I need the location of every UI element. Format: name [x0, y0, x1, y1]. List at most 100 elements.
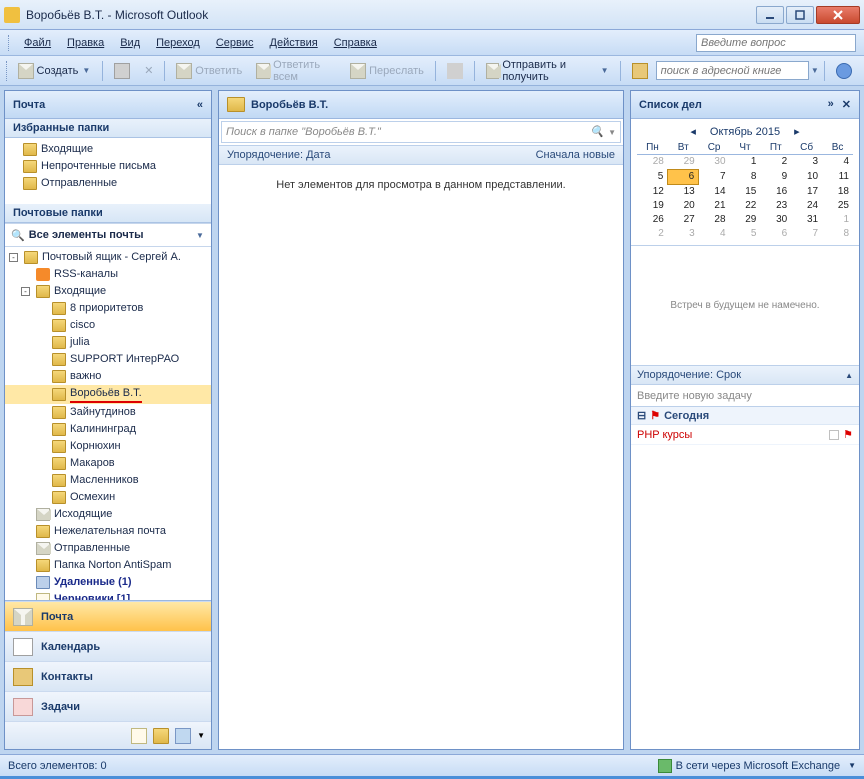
close-button[interactable] [816, 6, 860, 24]
tree-item[interactable]: Калининград [5, 421, 211, 438]
menu-file[interactable]: Файл [16, 34, 59, 52]
tree-item[interactable]: Нежелательная почта [5, 523, 211, 540]
minimize-button[interactable] [756, 6, 784, 24]
navigation-pane: Почта « Избранные папки ВходящиеНепрочте… [4, 90, 212, 750]
folder-icon [227, 97, 245, 112]
tree-item[interactable]: важно [5, 368, 211, 385]
outlook-icon [4, 7, 20, 23]
tree-item[interactable]: SUPPORT ИнтерРАО [5, 351, 211, 368]
addressbook-search-input[interactable] [656, 61, 809, 80]
menubar: Файл Правка Вид Переход Сервис Действия … [0, 30, 864, 56]
todo-header: Список дел » ✕ [631, 91, 859, 119]
nav-overflow-strip: ▼ [5, 721, 211, 749]
todo-expand-icon[interactable]: » [828, 98, 834, 111]
folder-search-input[interactable]: Поиск в папке "Воробьёв В.Т." 🔍 ▼ [221, 121, 621, 143]
sort-header[interactable]: Упорядочение: Дата Сначала новые [219, 145, 623, 165]
nav-contacts-button[interactable]: Контакты [5, 661, 211, 691]
tree-item[interactable]: Папка Norton AntiSpam [5, 557, 211, 574]
search-dropdown-icon[interactable]: ▼ [604, 128, 616, 137]
date-navigator: ◂ Октябрь 2015 ▸ ПнВтСрЧтПтСбВс282930123… [631, 119, 859, 245]
shortcuts-icon[interactable] [175, 728, 191, 744]
forward-button[interactable]: Переслать [344, 60, 430, 82]
create-button[interactable]: Создать▼ [12, 60, 98, 82]
tree-item[interactable]: Макаров [5, 455, 211, 472]
tree-item[interactable]: Корнюхин [5, 438, 211, 455]
flag-icon[interactable]: ⚑ [843, 428, 853, 441]
new-task-input[interactable]: Введите новую задачу [631, 385, 859, 407]
flag-icon: ⚑ [650, 409, 660, 422]
nav-title: Почта « [5, 91, 211, 119]
window-title: Воробьёв В.Т. - Microsoft Outlook [26, 8, 756, 22]
nav-calendar-button[interactable]: Календарь [5, 631, 211, 661]
categorize-button[interactable] [441, 60, 469, 82]
month-label[interactable]: Октябрь 2015 [710, 126, 780, 138]
collapse-icon: ⊟ [637, 409, 646, 422]
help-button[interactable] [830, 60, 858, 82]
tree-item[interactable]: -Почтовый ящик - Сергей А. [5, 249, 211, 266]
print-button[interactable] [108, 60, 136, 82]
tree-item[interactable]: Исходящие [5, 506, 211, 523]
tree-item[interactable]: Осмехин [5, 489, 211, 506]
todo-close-icon[interactable]: ✕ [842, 98, 851, 111]
folder-header: Воробьёв В.Т. [219, 91, 623, 119]
tree-item[interactable]: RSS-каналы [5, 266, 211, 283]
search-icon[interactable]: 🔍 [590, 125, 604, 139]
search-icon: 🔍 [11, 229, 25, 242]
tree-item[interactable]: Черновики [1] [5, 591, 211, 600]
menu-go[interactable]: Переход [148, 34, 208, 52]
favorite-item[interactable]: Непрочтенные письма [5, 158, 211, 175]
nav-configure-icon[interactable]: ▼ [197, 731, 205, 740]
dropdown-icon[interactable]: ▼ [195, 231, 205, 240]
notes-icon[interactable] [131, 728, 147, 744]
appointments-empty: Встреч в будущем не намечено. [631, 245, 859, 365]
titlebar: Воробьёв В.Т. - Microsoft Outlook [0, 0, 864, 30]
menu-view[interactable]: Вид [112, 34, 148, 52]
tree-item[interactable]: -Входящие [5, 283, 211, 300]
statusbar: Всего элементов: 0 В сети через Microsof… [0, 754, 864, 776]
prev-month-button[interactable]: ◂ [684, 125, 702, 138]
nav-collapse-icon[interactable]: « [197, 99, 203, 111]
task-item[interactable]: PHP курсы ⚑ [631, 425, 859, 445]
tree-item[interactable]: Удаленные (1) [5, 574, 211, 591]
status-dropdown-icon[interactable]: ▼ [844, 761, 856, 770]
status-item-count: Всего элементов: 0 [8, 760, 107, 772]
next-month-button[interactable]: ▸ [788, 125, 806, 138]
favorites-header[interactable]: Избранные папки [5, 119, 211, 138]
all-items-row[interactable]: 🔍 Все элементы почты ▼ [5, 223, 211, 247]
tree-item[interactable]: julia [5, 334, 211, 351]
favorite-item[interactable]: Отправленные [5, 175, 211, 192]
menu-actions[interactable]: Действия [262, 34, 326, 52]
nav-mail-button[interactable]: Почта [5, 601, 211, 631]
tree-item[interactable]: cisco [5, 317, 211, 334]
reply-all-button[interactable]: Ответить всем [250, 56, 342, 86]
menu-help[interactable]: Справка [326, 34, 385, 52]
menu-tools[interactable]: Сервис [208, 34, 262, 52]
reply-button[interactable]: Ответить [170, 60, 248, 82]
connection-icon [658, 759, 672, 773]
send-receive-button[interactable]: Отправить и получить▼ [480, 56, 615, 86]
empty-message: Нет элементов для просмотра в данном пре… [219, 165, 623, 205]
todo-pane: Список дел » ✕ ◂ Октябрь 2015 ▸ ПнВтСрЧт… [630, 90, 860, 750]
tree-item[interactable]: Отправленные [5, 540, 211, 557]
tree-item[interactable]: 8 приоритетов [5, 300, 211, 317]
task-group-today[interactable]: ⊟ ⚑ Сегодня [631, 407, 859, 425]
tree-item[interactable]: Воробьёв В.Т. [5, 385, 211, 404]
calendar-grid[interactable]: ПнВтСрЧтПтСбВс28293012345678910111213141… [637, 141, 853, 241]
tree-item[interactable]: Масленников [5, 472, 211, 489]
mail-folders-header[interactable]: Почтовые папки [5, 204, 211, 223]
nav-tasks-button[interactable]: Задачи [5, 691, 211, 721]
folders-icon[interactable] [153, 728, 169, 744]
toolbar: Создать▼ ✕ Ответить Ответить всем Пересл… [0, 56, 864, 86]
connection-status: В сети через Microsoft Exchange [676, 760, 840, 772]
favorite-item[interactable]: Входящие [5, 141, 211, 158]
menu-edit[interactable]: Правка [59, 34, 112, 52]
addressbook-dropdown[interactable]: ▼ [811, 66, 819, 75]
addressbook-button[interactable] [626, 60, 654, 82]
message-list-pane: Воробьёв В.Т. Поиск в папке "Воробьёв В.… [218, 90, 624, 750]
tree-item[interactable]: Зайнутдинов [5, 404, 211, 421]
task-sort-header[interactable]: Упорядочение: Срок▲ [631, 365, 859, 385]
delete-button[interactable]: ✕ [138, 61, 159, 80]
maximize-button[interactable] [786, 6, 814, 24]
category-icon[interactable] [829, 430, 839, 440]
help-question-input[interactable] [696, 34, 856, 52]
